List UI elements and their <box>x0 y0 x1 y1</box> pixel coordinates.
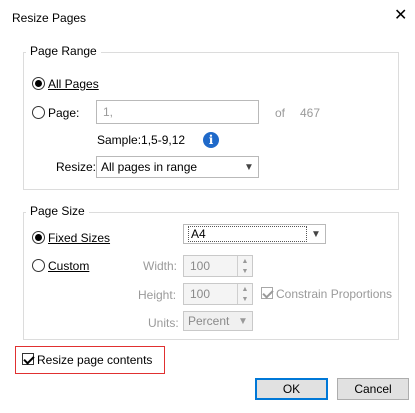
resize-contents-label[interactable]: Resize page contents <box>37 353 152 367</box>
width-spinbox[interactable]: 100 ▲ ▼ <box>183 255 253 277</box>
page-size-legend: Page Size <box>26 204 89 218</box>
chevron-down-icon: ▼ <box>244 161 254 173</box>
ok-button[interactable]: OK <box>255 378 328 400</box>
width-value: 100 <box>190 259 211 273</box>
fixed-sizes-label-text: Fixed Sizes <box>48 231 111 245</box>
total-pages: 467 <box>300 106 321 120</box>
resize-label: Resize: <box>56 160 97 174</box>
spin-down-icon[interactable]: ▼ <box>238 266 252 276</box>
constrain-proportions-label: Constrain Proportions <box>276 287 393 301</box>
height-value: 100 <box>190 287 211 301</box>
custom-label[interactable]: Custom <box>48 259 89 273</box>
cancel-button[interactable]: Cancel <box>337 378 409 400</box>
units-select-value: Percent <box>188 314 230 328</box>
spin-down-icon[interactable]: ▼ <box>238 294 252 304</box>
custom-radio[interactable] <box>32 259 45 272</box>
constrain-proportions-checkbox[interactable] <box>261 287 273 299</box>
custom-label-text: Custom <box>48 259 90 273</box>
dialog-title: Resize Pages <box>12 11 87 25</box>
page-radio[interactable] <box>32 106 45 119</box>
resize-select-value: All pages in range <box>101 160 198 174</box>
close-icon[interactable]: ✕ <box>394 8 407 24</box>
units-select[interactable]: Percent ▼ <box>183 311 253 331</box>
height-label: Height: <box>138 288 177 302</box>
spin-up-icon[interactable]: ▲ <box>238 284 252 294</box>
fixed-sizes-select-value: A4 <box>188 226 307 242</box>
fixed-sizes-radio[interactable] <box>32 231 45 244</box>
info-icon[interactable]: i <box>203 132 219 148</box>
of-label: of <box>275 106 286 120</box>
units-label: Units: <box>148 316 179 330</box>
height-spinbox[interactable]: 100 ▲ ▼ <box>183 283 253 305</box>
page-range-input[interactable]: 1, <box>96 100 259 124</box>
sample-text: Sample:1,5-9,12 <box>97 133 186 147</box>
all-pages-label-text: All Pages <box>48 77 99 91</box>
page-label[interactable]: Page: <box>48 106 79 120</box>
all-pages-label[interactable]: All Pages <box>48 77 99 91</box>
spin-up-icon[interactable]: ▲ <box>238 256 252 266</box>
fixed-sizes-select[interactable]: A4 ▼ <box>183 224 326 244</box>
all-pages-radio[interactable] <box>32 77 45 90</box>
page-range-legend: Page Range <box>26 44 101 58</box>
width-label: Width: <box>143 259 178 273</box>
chevron-down-icon: ▼ <box>238 315 248 327</box>
fixed-sizes-label[interactable]: Fixed Sizes <box>48 231 110 245</box>
chevron-down-icon: ▼ <box>311 228 321 240</box>
resize-contents-checkbox[interactable] <box>22 353 34 365</box>
resize-select[interactable]: All pages in range ▼ <box>96 156 259 178</box>
